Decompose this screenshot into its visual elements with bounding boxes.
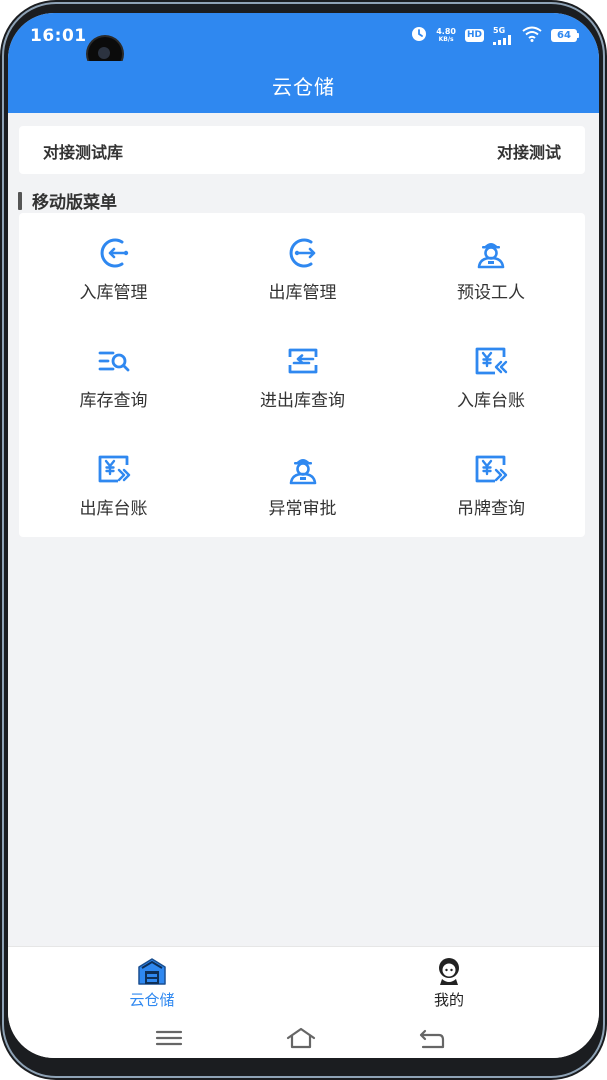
menu-item-inventory-query[interactable]: 库存查询 <box>19 321 208 429</box>
system-nav-bar <box>8 1021 599 1058</box>
worker-icon <box>477 243 505 269</box>
status-icons: 4.80 KB/s HD 5G 64 <box>411 26 579 45</box>
wifi-icon <box>522 26 542 45</box>
menu-label: 库存查询 <box>79 391 148 411</box>
warehouse-icon <box>138 958 166 985</box>
5g-signal-icon: 5G <box>493 25 513 45</box>
worker-icon <box>289 459 316 485</box>
warehouse-name: 对接测试库 <box>43 143 124 162</box>
tab-label-warehouse: 云仓储 <box>129 991 175 1009</box>
menu-label: 入库管理 <box>79 283 148 303</box>
warehouse-selector[interactable]: 对接测试库 对接测试 <box>19 126 585 174</box>
section-header: 移动版菜单 <box>18 188 117 213</box>
tab-mine[interactable]: 我的 <box>389 955 509 1010</box>
main-content: 对接测试库 对接测试 移动版菜单 入库管理 出库管理 预设工人 库存查询 进出库… <box>8 113 599 946</box>
menu-item-exception-approval[interactable]: 异常审批 <box>208 429 397 537</box>
menu-item-inout-query[interactable]: 进出库查询 <box>208 321 397 429</box>
menu-item-inbound[interactable]: 入库管理 <box>19 213 208 321</box>
back-icon[interactable] <box>417 1026 447 1050</box>
menu-item-inbound-ledger[interactable]: 入库台账 <box>397 321 585 429</box>
menu-label: 出库管理 <box>268 283 337 303</box>
menu-grid: 入库管理 出库管理 预设工人 库存查询 进出库查询 入库台账 出库台账 异常审批… <box>19 213 585 537</box>
inventory-search-icon <box>98 351 129 372</box>
menu-label: 异常审批 <box>268 499 337 519</box>
transfer-icon <box>288 348 317 374</box>
menu-label: 入库台账 <box>457 391 525 411</box>
hd-icon: HD <box>464 29 484 42</box>
home-icon[interactable] <box>285 1026 316 1050</box>
status-bar: 16:01 4.80 KB/s HD 5G 64 <box>8 13 599 71</box>
menu-item-outbound-ledger[interactable]: 出库台账 <box>19 429 208 537</box>
net-speed-value: 4.80 <box>436 26 456 36</box>
phone-frame: 16:01 4.80 KB/s HD 5G 64 云仓储 对接测试库 对接测试 … <box>0 0 607 1080</box>
tag-ledger-icon <box>475 455 508 483</box>
warehouse-owner: 对接测试 <box>496 143 561 162</box>
menu-item-preset-workers[interactable]: 预设工人 <box>397 213 585 321</box>
battery-tip <box>577 33 579 38</box>
menu-label: 预设工人 <box>457 283 525 303</box>
bottom-area: 云仓储 我的 <box>8 946 599 1058</box>
section-title: 移动版菜单 <box>32 193 117 213</box>
profile-icon <box>439 958 459 985</box>
outbound-icon <box>289 238 315 268</box>
menu-item-outbound[interactable]: 出库管理 <box>208 213 397 321</box>
inbound-icon <box>100 238 128 268</box>
tab-label-mine: 我的 <box>433 991 464 1009</box>
status-time: 16:01 <box>30 26 87 46</box>
menu-label: 出库台账 <box>79 499 148 519</box>
battery-level: 64 <box>551 29 577 42</box>
outbound-ledger-icon <box>98 455 130 483</box>
menu-icon[interactable] <box>154 1026 184 1050</box>
battery-icon: 64 <box>551 29 579 42</box>
menu-item-tag-query[interactable]: 吊牌查询 <box>397 429 585 537</box>
screen: 16:01 4.80 KB/s HD 5G 64 云仓储 对接测试库 对接测试 … <box>8 13 599 1058</box>
tab-bar: 云仓储 我的 <box>8 946 599 1022</box>
inbound-ledger-icon <box>475 347 508 375</box>
net-speed-unit: KB/s <box>438 35 454 43</box>
menu-label: 吊牌查询 <box>457 499 525 519</box>
page-title: 云仓储 <box>272 75 335 99</box>
signal-label: 5G <box>493 25 506 35</box>
net-speed: 4.80 KB/s <box>436 26 456 44</box>
menu-card: 入库管理 出库管理 预设工人 库存查询 进出库查询 入库台账 出库台账 异常审批… <box>19 213 585 537</box>
title-bar: 云仓储 <box>8 61 599 113</box>
alarm-icon <box>411 26 427 45</box>
menu-label: 进出库查询 <box>260 391 345 411</box>
tab-warehouse[interactable]: 云仓储 <box>92 955 212 1010</box>
section-marker <box>18 191 22 210</box>
